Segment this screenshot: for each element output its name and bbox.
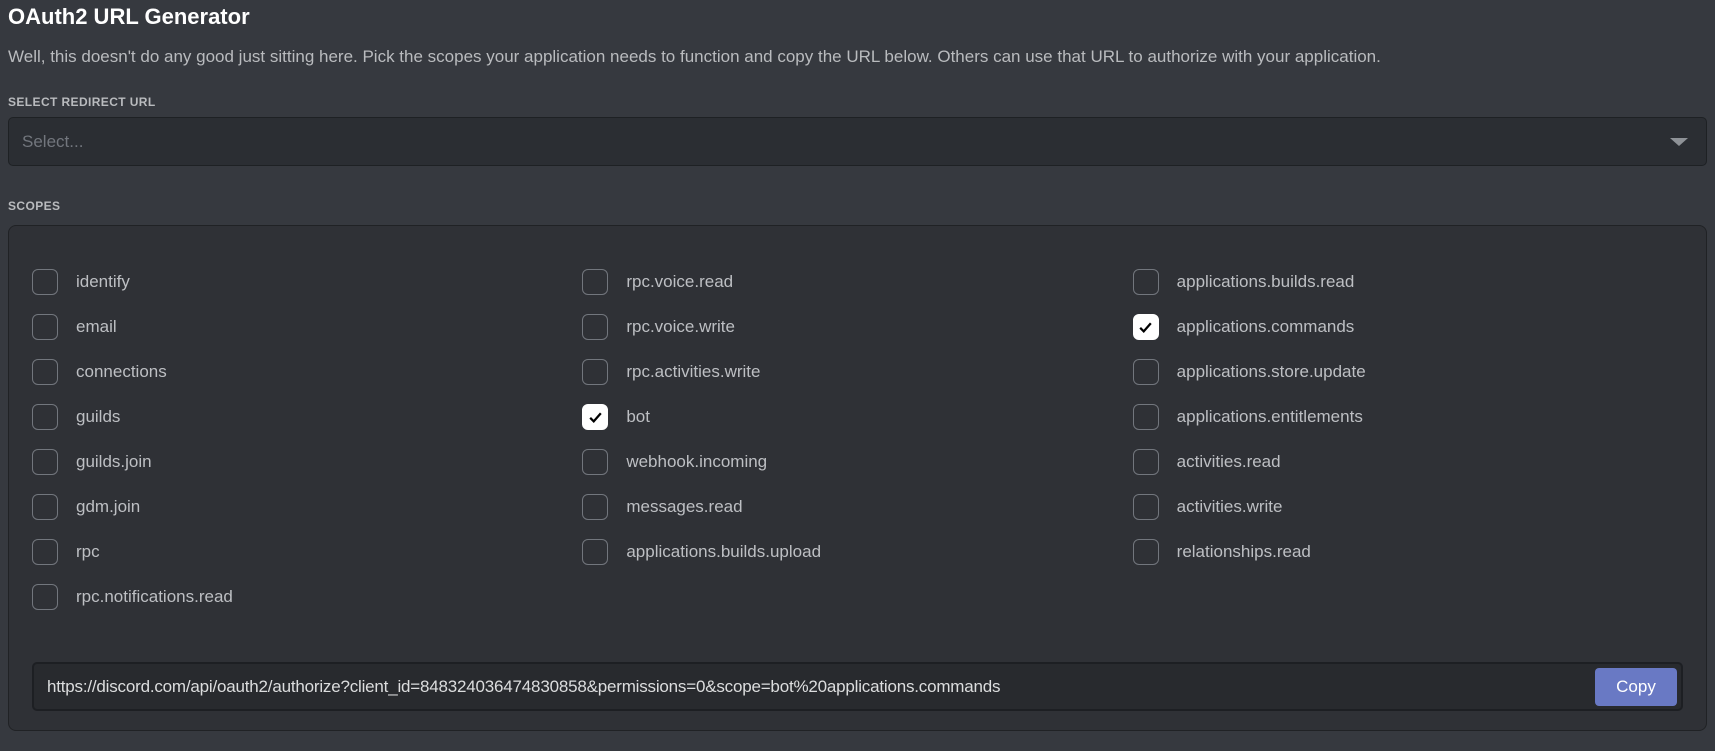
scope-label[interactable]: activities.read [1177,449,1281,475]
scope-row-activities.write[interactable]: activities.write [1133,494,1283,520]
scope-row-activities.read[interactable]: activities.read [1133,449,1281,475]
scope-row-relationships.read[interactable]: relationships.read [1133,539,1311,565]
scope-row-messages.read[interactable]: messages.read [582,494,742,520]
scopes-grid: identify email connections guilds guilds.joi… [32,269,1683,610]
scope-label[interactable]: messages.read [626,494,742,520]
scope-checkbox-applications.store.update[interactable] [1133,359,1159,385]
scope-label[interactable]: relationships.read [1177,539,1311,565]
scope-label[interactable]: connections [76,359,167,385]
scope-label[interactable]: rpc.activities.write [626,359,760,385]
scope-row-guilds[interactable]: guilds [32,404,120,430]
scope-label[interactable]: applications.builds.upload [626,539,821,565]
scope-label[interactable]: rpc.notifications.read [76,584,233,610]
scope-row-rpc.voice.write[interactable]: rpc.voice.write [582,314,735,340]
scope-checkbox-applications.builds.read[interactable] [1133,269,1159,295]
generated-url-text[interactable]: https://discord.com/api/oauth2/authorize… [47,677,1000,697]
scope-checkbox-connections[interactable] [32,359,58,385]
scope-row-guilds.join[interactable]: guilds.join [32,449,152,475]
scope-checkbox-rpc.activities.write[interactable] [582,359,608,385]
scope-checkbox-rpc[interactable] [32,539,58,565]
scope-label[interactable]: rpc.voice.write [626,314,735,340]
scope-label[interactable]: bot [626,404,650,430]
scope-row-applications.entitlements[interactable]: applications.entitlements [1133,404,1363,430]
scope-row-rpc[interactable]: rpc [32,539,100,565]
scope-label[interactable]: gdm.join [76,494,140,520]
scope-checkbox-relationships.read[interactable] [1133,539,1159,565]
scope-checkbox-webhook.incoming[interactable] [582,449,608,475]
scope-checkbox-messages.read[interactable] [582,494,608,520]
scope-column-1: identify email connections guilds guilds.joi… [32,269,582,610]
scope-label[interactable]: email [76,314,117,340]
scope-checkbox-identify[interactable] [32,269,58,295]
scope-label[interactable]: applications.store.update [1177,359,1366,385]
scope-label[interactable]: guilds [76,404,120,430]
scope-checkbox-guilds[interactable] [32,404,58,430]
copy-button[interactable]: Copy [1595,668,1677,706]
scope-checkbox-activities.write[interactable] [1133,494,1159,520]
scope-checkbox-applications.entitlements[interactable] [1133,404,1159,430]
checkmark-icon [1137,319,1154,336]
scope-checkbox-email[interactable] [32,314,58,340]
scope-checkbox-rpc.notifications.read[interactable] [32,584,58,610]
page-title: OAuth2 URL Generator [8,2,1707,31]
oauth2-url-generator-page: OAuth2 URL Generator Well, this doesn't … [0,0,1715,731]
page-description: Well, this doesn't do any good just sitt… [8,46,1707,67]
scope-label[interactable]: rpc.voice.read [626,269,733,295]
scope-label[interactable]: applications.commands [1177,314,1355,340]
scope-checkbox-guilds.join[interactable] [32,449,58,475]
scope-checkbox-rpc.voice.write[interactable] [582,314,608,340]
scope-label[interactable]: activities.write [1177,494,1283,520]
scope-checkbox-rpc.voice.read[interactable] [582,269,608,295]
scope-label[interactable]: guilds.join [76,449,152,475]
scope-row-applications.builds.read[interactable]: applications.builds.read [1133,269,1355,295]
scope-checkbox-applications.commands-checked[interactable] [1133,314,1159,340]
scope-label[interactable]: identify [76,269,130,295]
scope-row-gdm.join[interactable]: gdm.join [32,494,140,520]
scope-column-2: rpc.voice.read rpc.voice.write rpc.activit… [582,269,1132,610]
scope-checkbox-applications.builds.upload[interactable] [582,539,608,565]
scope-row-bot[interactable]: bot [582,404,650,430]
scopes-panel: identify email connections guilds guilds.joi… [8,225,1707,731]
scopes-label: SCOPES [8,199,1707,213]
chevron-down-icon [1670,138,1688,146]
scope-checkbox-activities.read[interactable] [1133,449,1159,475]
scope-row-rpc.voice.read[interactable]: rpc.voice.read [582,269,733,295]
select-redirect-url-label: SELECT REDIRECT URL [8,95,1707,109]
scope-row-applications.store.update[interactable]: applications.store.update [1133,359,1366,385]
scope-checkbox-bot-checked[interactable] [582,404,608,430]
scope-row-identify[interactable]: identify [32,269,130,295]
scope-checkbox-gdm.join[interactable] [32,494,58,520]
checkmark-icon [587,409,604,426]
scope-column-3: applications.builds.read applications.com… [1133,269,1683,610]
scope-row-rpc.notifications.read[interactable]: rpc.notifications.read [32,584,233,610]
scope-label[interactable]: webhook.incoming [626,449,767,475]
redirect-url-select[interactable]: Select... [8,117,1707,166]
scope-row-rpc.activities.write[interactable]: rpc.activities.write [582,359,760,385]
scope-label[interactable]: rpc [76,539,100,565]
scope-row-email[interactable]: email [32,314,117,340]
scope-label[interactable]: applications.builds.read [1177,269,1355,295]
scope-row-applications.builds.upload[interactable]: applications.builds.upload [582,539,821,565]
scope-row-webhook.incoming[interactable]: webhook.incoming [582,449,767,475]
redirect-url-select-placeholder: Select... [22,132,83,152]
scope-row-applications.commands[interactable]: applications.commands [1133,314,1355,340]
scope-row-connections[interactable]: connections [32,359,167,385]
scope-label[interactable]: applications.entitlements [1177,404,1363,430]
generated-url-bar: https://discord.com/api/oauth2/authorize… [32,662,1683,711]
